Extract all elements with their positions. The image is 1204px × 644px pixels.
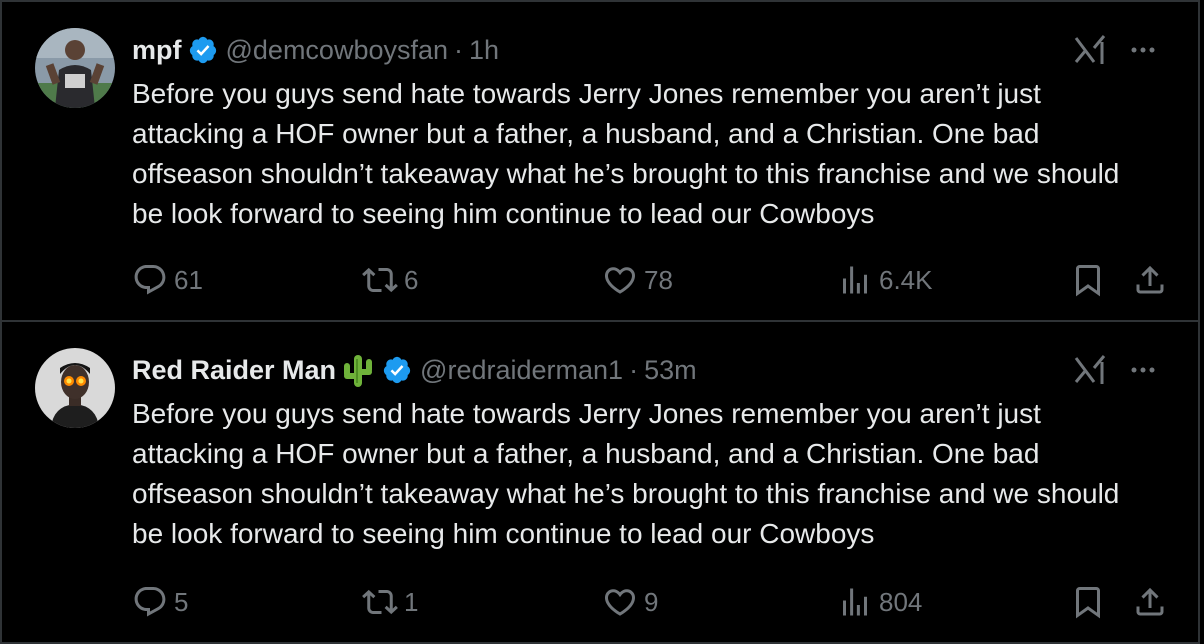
tweet-text: Before you guys send hate towards Jerry … <box>132 78 1128 229</box>
views-button[interactable]: 804 <box>837 580 922 624</box>
reply-icon <box>134 265 166 295</box>
more-icon[interactable] <box>1128 35 1158 65</box>
repost-count: 1 <box>404 586 419 617</box>
reply-count: 5 <box>174 586 189 617</box>
handle[interactable]: @redraiderman1 <box>420 355 623 386</box>
timestamp[interactable]: 53m <box>644 355 697 386</box>
reply-button[interactable]: 5 <box>132 580 188 624</box>
share-button[interactable] <box>1132 580 1168 624</box>
tweet-actions: 5 1 9 804 <box>132 580 1172 624</box>
avatar[interactable] <box>35 28 115 108</box>
verified-badge-icon <box>189 36 216 64</box>
timeline: mpf @demcowboysfan · 1h Before you guys … <box>0 0 1204 644</box>
avatar[interactable] <box>35 348 115 428</box>
repost-count: 6 <box>404 264 419 295</box>
views-icon <box>843 266 867 294</box>
share-icon <box>1136 587 1164 616</box>
bookmark-button[interactable] <box>1070 258 1106 302</box>
display-name[interactable]: mpf <box>132 35 182 66</box>
bookmark-button[interactable] <box>1070 580 1106 624</box>
reply-count: 61 <box>174 264 203 295</box>
like-button[interactable]: 9 <box>602 580 658 624</box>
like-count: 9 <box>644 586 659 617</box>
tweet-top-actions <box>1072 32 1158 68</box>
tweet[interactable]: mpf @demcowboysfan · 1h Before you guys … <box>0 0 1200 322</box>
grok-icon[interactable] <box>1072 352 1108 388</box>
tweet[interactable]: Red Raider Man @redraiderman1 · 53m Befo… <box>0 320 1200 644</box>
more-icon[interactable] <box>1128 355 1158 385</box>
share-button[interactable] <box>1132 258 1168 302</box>
repost-icon <box>362 267 398 293</box>
like-icon <box>604 589 636 616</box>
display-name[interactable]: Red Raider Man <box>132 355 336 386</box>
separator-dot: · <box>629 354 639 385</box>
views-button[interactable]: 6.4K <box>837 258 933 302</box>
reply-button[interactable]: 61 <box>132 258 203 302</box>
like-icon <box>604 267 636 294</box>
repost-icon <box>362 589 398 615</box>
verified-badge-icon <box>383 356 411 384</box>
cactus-icon <box>344 355 373 387</box>
bookmark-icon <box>1076 587 1100 619</box>
tweet-header: mpf @demcowboysfan · 1h <box>132 30 499 70</box>
repost-button[interactable]: 1 <box>362 580 418 624</box>
bookmark-icon <box>1076 265 1100 297</box>
tweet-text: Before you guys send hate towards Jerry … <box>132 398 1128 549</box>
tweet-header: Red Raider Man @redraiderman1 · 53m <box>132 350 697 390</box>
timestamp[interactable]: 1h <box>469 35 499 66</box>
views-icon <box>843 588 867 616</box>
like-button[interactable]: 78 <box>602 258 673 302</box>
like-count: 78 <box>644 264 673 295</box>
tweet-actions: 61 6 78 6.4K <box>132 258 1172 302</box>
views-count: 6.4K <box>879 264 933 295</box>
reply-icon <box>134 587 166 617</box>
repost-button[interactable]: 6 <box>362 258 418 302</box>
tweet-top-actions <box>1072 352 1158 388</box>
separator-dot: · <box>454 34 464 65</box>
grok-icon[interactable] <box>1072 32 1108 68</box>
share-icon <box>1136 265 1164 294</box>
handle[interactable]: @demcowboysfan <box>226 35 449 66</box>
views-count: 804 <box>879 586 923 617</box>
